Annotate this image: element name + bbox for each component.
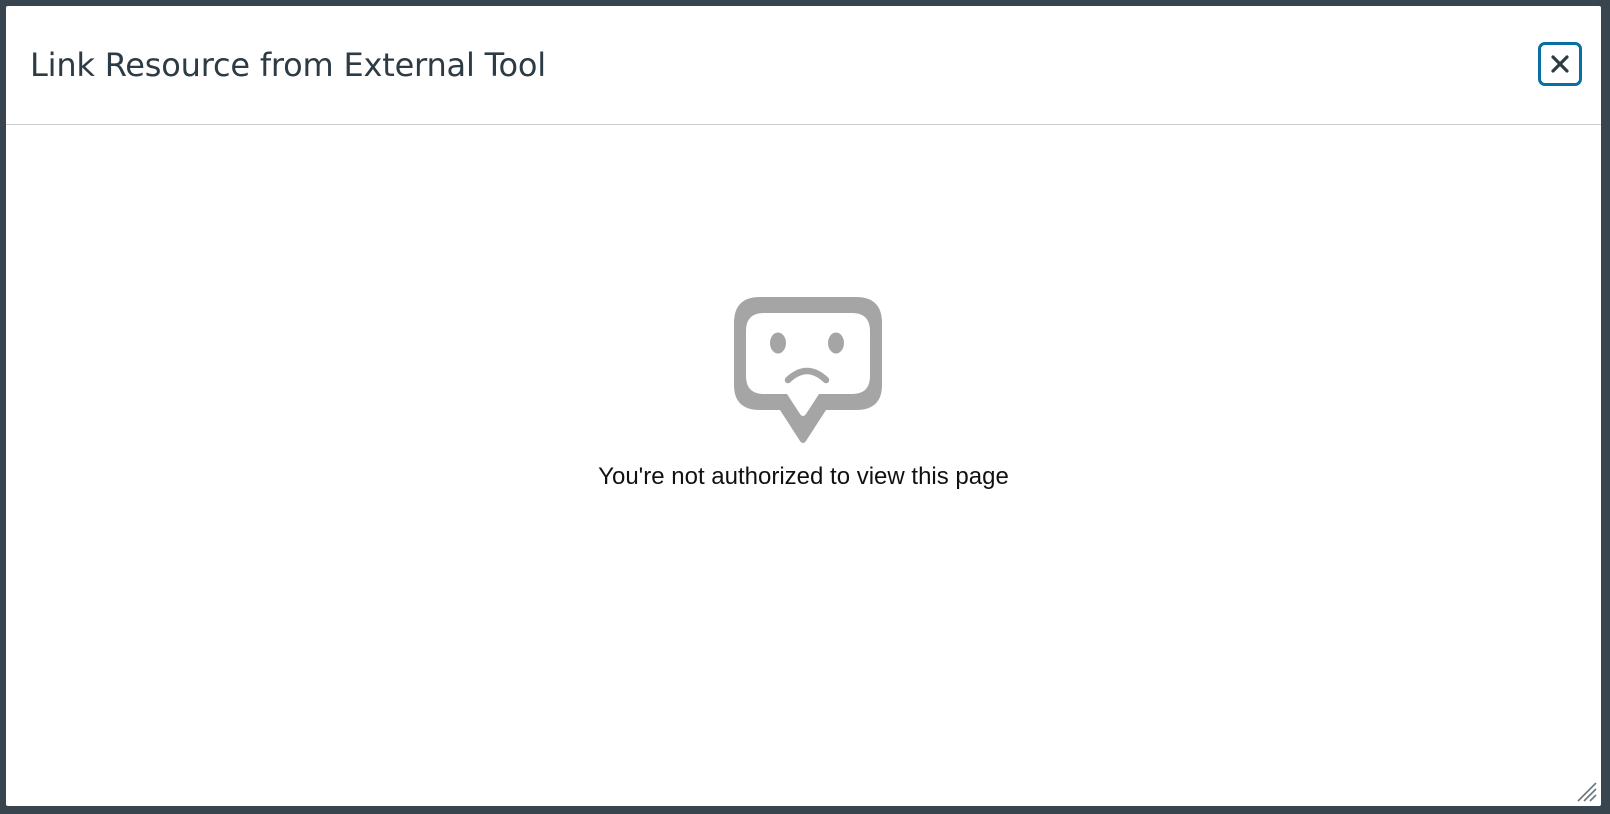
error-message: You're not authorized to view this page: [598, 463, 1009, 490]
external-tool-dialog: Link Resource from External Tool You're …: [6, 6, 1601, 806]
close-button[interactable]: [1538, 42, 1582, 86]
sad-face-speech-bubble-icon: [734, 297, 882, 443]
dialog-title: Link Resource from External Tool: [30, 46, 546, 84]
resize-grip-icon[interactable]: [1574, 779, 1598, 803]
close-icon: [1551, 55, 1569, 73]
dialog-body: You're not authorized to view this page: [6, 125, 1601, 806]
dialog-header: Link Resource from External Tool: [6, 6, 1601, 125]
